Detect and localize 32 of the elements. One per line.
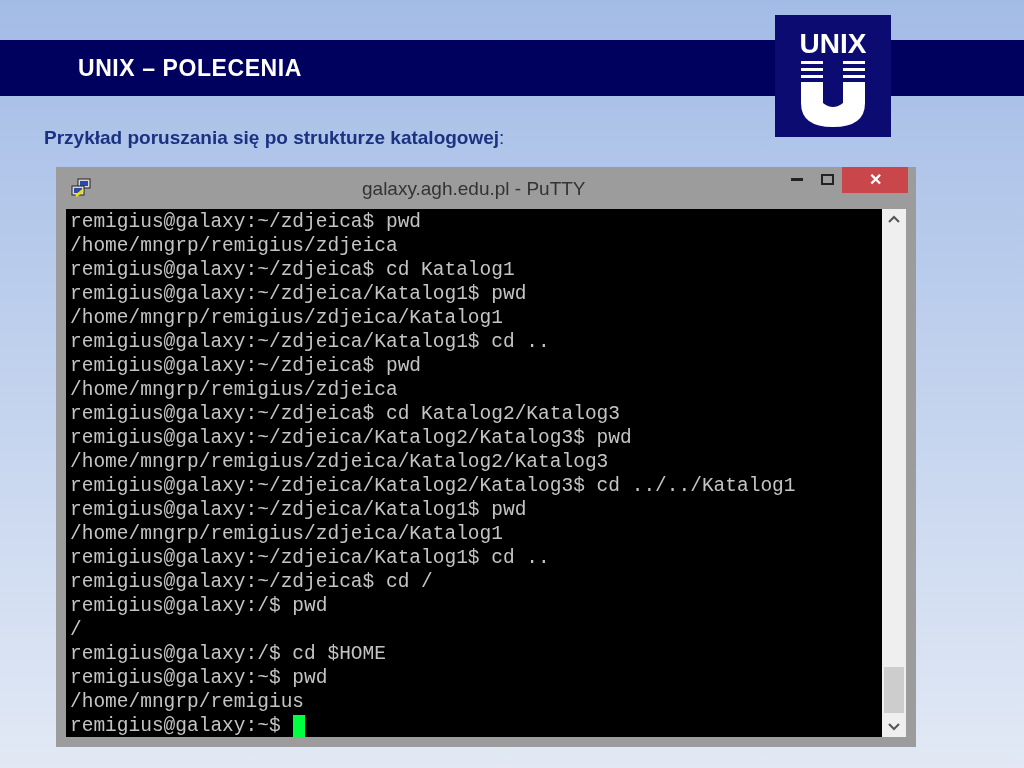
- terminal-line: /home/mngrp/remigius/zdjeica/Katalog1: [70, 306, 503, 330]
- minimize-icon: [791, 177, 803, 181]
- close-button[interactable]: ✕: [842, 167, 908, 193]
- terminal-line: remigius@galaxy:~/zdjeica$ pwd: [70, 210, 422, 234]
- scrollbar[interactable]: [882, 209, 906, 737]
- terminal-line: /home/mngrp/remigius: [70, 690, 305, 714]
- terminal-line: remigius@galaxy:~/zdjeica$ cd Katalog1: [70, 258, 515, 282]
- terminal-line: remigius@galaxy:~/zdjeica/Katalog2/Katalog3$ pwd: [70, 426, 632, 450]
- terminal-line: remigius@galaxy:~/zdjeica/Katalog2/Katalog3$ cd ../../Katalog1: [70, 474, 796, 498]
- terminal-line: remigius@galaxy:~/zdjeica/Katalog1$ cd ..: [70, 546, 550, 570]
- terminal-line: remigius@galaxy:~$: [70, 714, 281, 737]
- slide-subtitle: Przykład poruszania się po strukturze katalogowej:: [44, 127, 505, 148]
- terminal-line: /: [70, 618, 82, 642]
- window-title: galaxy.agh.edu.pl - PuTTY: [362, 177, 586, 201]
- terminal-line: remigius@galaxy:~/zdjeica/Katalog1$ pwd: [70, 282, 527, 306]
- terminal-line: remigius@galaxy:~/zdjeica/Katalog1$ cd ..: [70, 330, 550, 354]
- maximize-icon: [820, 173, 834, 185]
- slide-title: UNIX – POLECENIA: [78, 53, 302, 83]
- terminal-line: remigius@galaxy:~/zdjeica$ pwd: [70, 354, 422, 378]
- terminal-line: remigius@galaxy:/$ cd $HOME: [70, 642, 386, 666]
- unix-logo: UNIX: [775, 15, 891, 137]
- terminal-line: /home/mngrp/remigius/zdjeica: [70, 234, 398, 258]
- scroll-thumb[interactable]: [884, 667, 904, 713]
- terminal-line: /home/mngrp/remigius/zdjeica/Katalog2/Katalog3: [70, 450, 609, 474]
- terminal-line: /home/mngrp/remigius/zdjeica: [70, 378, 398, 402]
- terminal-line: remigius@galaxy:~/zdjeica/Katalog1$ pwd: [70, 498, 527, 522]
- terminal-line: remigius@galaxy:~/zdjeica$ cd /: [70, 570, 433, 594]
- terminal-line: remigius@galaxy:~/zdjeica$ cd Katalog2/Katalog3: [70, 402, 620, 426]
- terminal-line: /home/mngrp/remigius/zdjeica/Katalog1: [70, 522, 503, 546]
- terminal-line: remigius@galaxy:/$ pwd: [70, 594, 328, 618]
- terminal-line: remigius@galaxy:~$ pwd: [70, 666, 328, 690]
- computers-icon: [70, 178, 92, 198]
